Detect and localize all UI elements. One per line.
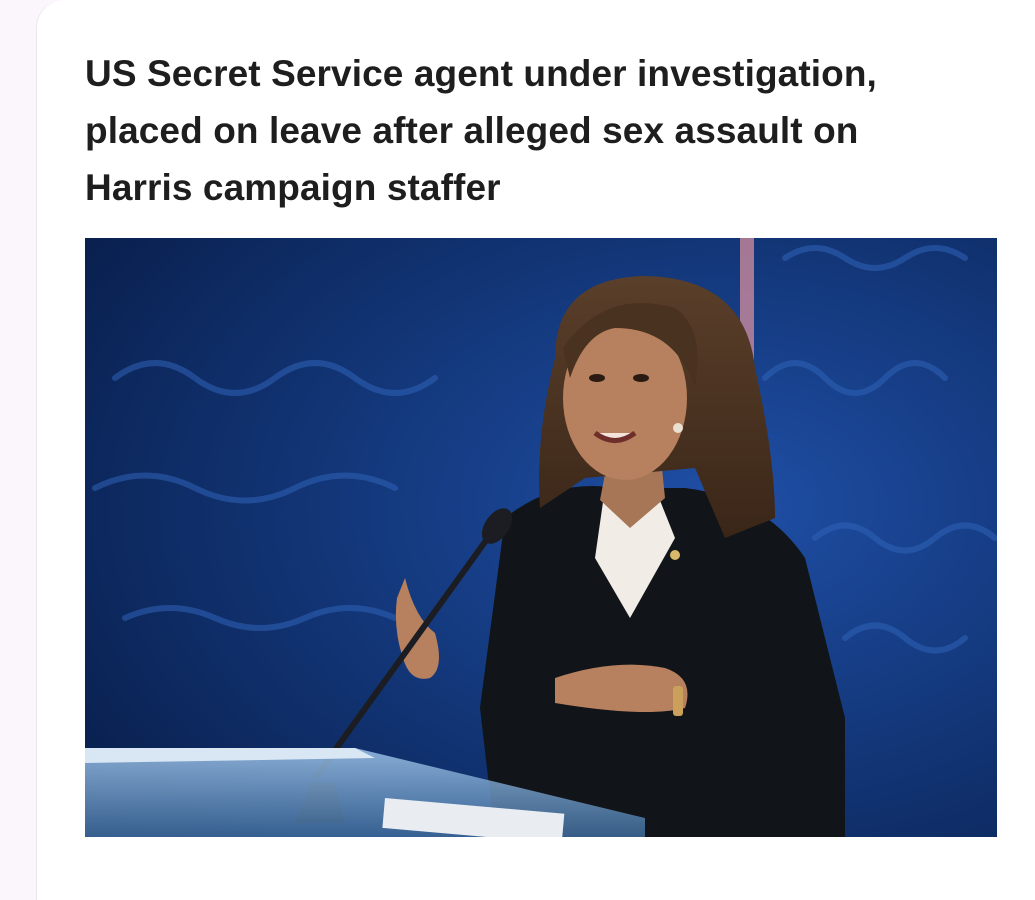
article-headline[interactable]: US Secret Service agent under investigat… (85, 45, 965, 216)
debate-photo-illustration (85, 238, 997, 837)
article-photo[interactable] (85, 238, 997, 837)
news-card[interactable]: US Secret Service agent under investigat… (36, 0, 1035, 900)
